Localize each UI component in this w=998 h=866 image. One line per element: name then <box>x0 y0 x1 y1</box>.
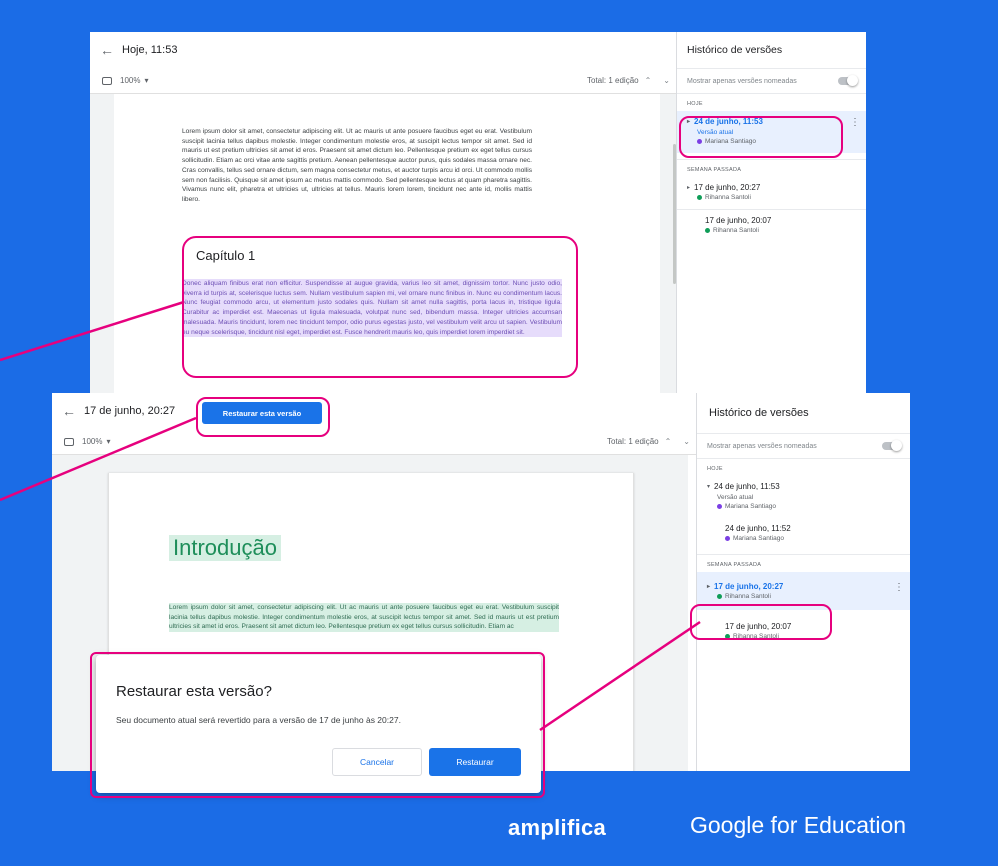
user-dot-icon <box>697 139 702 144</box>
user-dot-icon <box>697 195 702 200</box>
front-window-title: 17 de junho, 20:27 <box>84 405 176 417</box>
front-toolbar: 100% ▾ Total: 1 edição ⌃ ⌄ <box>52 429 696 455</box>
version-user: Rihanna Santoli <box>725 593 771 600</box>
chevron-down-icon[interactable]: ▾ <box>144 76 148 85</box>
total-edits-label: Total: 1 edição <box>587 76 639 85</box>
collapse-icon[interactable]: ▾ <box>707 483 710 490</box>
expand-icon[interactable]: ▸ <box>707 583 710 590</box>
back-toolbar: 100% ▾ Total: 1 edição ⌃ ⌄ <box>90 68 676 94</box>
version-date: 24 de junho, 11:52 <box>725 524 791 533</box>
expand-icon[interactable]: ▸ <box>687 184 690 191</box>
back-document-window: ← Hoje, 11:53 100% ▾ Total: 1 edição ⌃ ⌄… <box>90 32 866 394</box>
back-version-sidebar: Histórico de versões Mostrar apenas vers… <box>676 32 866 394</box>
version-date: 24 de junho, 11:53 <box>694 117 763 126</box>
print-icon[interactable] <box>102 76 112 85</box>
version-item[interactable]: 17 de junho, 20:07 Rihanna Santoli <box>677 209 866 242</box>
version-item[interactable]: 24 de junho, 11:52 Mariana Santiago <box>697 518 910 550</box>
chapter-paragraph: Donec aliquam finibus erat non efficitur… <box>182 279 562 338</box>
back-window-title: Hoje, 11:53 <box>122 44 178 56</box>
front-version-sidebar: Histórico de versões Mostrar apenas vers… <box>696 393 910 771</box>
toggle-label: Mostrar apenas versões nomeadas <box>707 442 817 450</box>
back-arrow-icon[interactable]: ← <box>62 403 76 419</box>
zoom-select[interactable]: 100% <box>82 437 102 446</box>
cancel-button[interactable]: Cancelar <box>332 748 422 776</box>
chevron-down-nav-icon[interactable]: ⌄ <box>683 437 690 446</box>
back-window-header: ← Hoje, 11:53 <box>90 32 177 68</box>
restore-dialog: Restaurar esta versão? Seu documento atu… <box>96 655 541 793</box>
chapter-heading: Capítulo 1 <box>196 248 256 263</box>
version-date: 17 de junho, 20:07 <box>705 216 772 225</box>
version-item[interactable]: ▸ 17 de junho, 20:27 Rihanna Santoli <box>677 177 866 209</box>
print-icon[interactable] <box>64 437 74 446</box>
version-item[interactable]: 17 de junho, 20:07 Rihanna Santoli <box>697 610 910 648</box>
version-item[interactable]: ▸ 24 de junho, 11:53 Versão atual Mariana… <box>677 111 866 153</box>
version-user: Mariana Santiago <box>733 535 784 542</box>
front-body-paragraph: Lorem ipsum dolor sit amet, consectetur … <box>169 603 559 633</box>
named-versions-toggle-row: Mostrar apenas versões nomeadas <box>677 69 866 94</box>
chevron-down-nav-icon[interactable]: ⌄ <box>663 76 670 85</box>
expand-icon[interactable]: ▸ <box>687 118 690 125</box>
front-window-header: ← 17 de junho, 20:27 <box>52 393 692 429</box>
version-item[interactable]: ▾ 24 de junho, 11:53 Versão atual Mariana… <box>697 476 910 518</box>
dialog-message: Seu documento atual será revertido para … <box>116 715 401 725</box>
user-dot-icon <box>717 504 722 509</box>
dialog-title: Restaurar esta versão? <box>116 683 272 700</box>
version-sub: Versão atual <box>717 494 754 501</box>
user-dot-icon <box>717 594 722 599</box>
user-dot-icon <box>705 228 710 233</box>
group-today: HOJE <box>707 466 723 472</box>
google-for-education-logo: Google for Education <box>690 812 907 838</box>
chevron-down-icon[interactable]: ▾ <box>106 437 110 446</box>
group-today: HOJE <box>687 101 703 107</box>
version-date: 17 de junho, 20:27 <box>694 183 761 192</box>
restore-button[interactable]: Restaurar <box>429 748 521 776</box>
intro-heading: Introdução <box>169 535 281 561</box>
version-user: Rihanna Santoli <box>733 633 779 640</box>
user-dot-icon <box>725 536 730 541</box>
version-user: Rihanna Santoli <box>705 194 751 201</box>
amplifica-logo: amplifica <box>508 815 607 840</box>
group-last-week: SEMANA PASSADA <box>677 159 866 177</box>
version-date: 17 de junho, 20:07 <box>725 622 792 631</box>
user-dot-icon <box>725 634 730 639</box>
chevron-up-icon[interactable]: ⌃ <box>665 437 672 446</box>
named-versions-toggle[interactable] <box>838 75 858 86</box>
total-edits-label: Total: 1 edição <box>607 437 659 446</box>
back-arrow-icon[interactable]: ← <box>100 42 114 58</box>
sidebar-title: Histórico de versões <box>697 393 910 434</box>
named-versions-toggle-row: Mostrar apenas versões nomeadas <box>697 434 910 459</box>
zoom-select[interactable]: 100% <box>120 76 140 85</box>
sidebar-title: Histórico de versões <box>677 32 866 69</box>
version-date: 24 de junho, 11:53 <box>714 482 780 491</box>
version-user: Mariana Santiago <box>725 503 776 510</box>
named-versions-toggle[interactable] <box>882 440 902 451</box>
toggle-label: Mostrar apenas versões nomeadas <box>687 77 797 85</box>
version-date: 17 de junho, 20:27 <box>714 582 784 591</box>
version-item[interactable]: ▸ 17 de junho, 20:27 Rihanna Santoli ⋮ <box>697 572 910 610</box>
back-body-paragraph: Lorem ipsum dolor sit amet, consectetur … <box>182 128 532 203</box>
version-user: Rihanna Santoli <box>713 227 759 234</box>
version-user: Mariana Santiago <box>705 138 756 145</box>
restore-version-button[interactable]: Restaurar esta versão <box>202 402 322 424</box>
version-sub: Versão atual <box>697 129 734 136</box>
group-last-week: SEMANA PASSADA <box>697 554 910 572</box>
more-vert-icon[interactable]: ⋮ <box>850 117 860 128</box>
chevron-up-icon[interactable]: ⌃ <box>645 76 652 85</box>
more-vert-icon[interactable]: ⋮ <box>894 582 904 593</box>
